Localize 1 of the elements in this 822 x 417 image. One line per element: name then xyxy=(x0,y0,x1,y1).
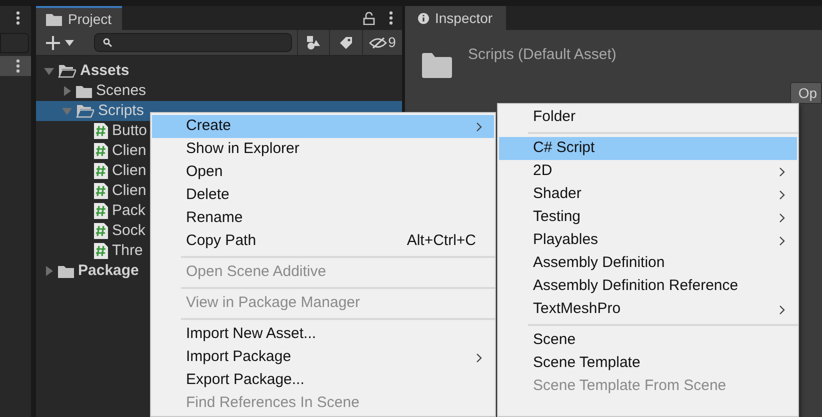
asset-title: Scripts (Default Asset) xyxy=(468,45,616,65)
